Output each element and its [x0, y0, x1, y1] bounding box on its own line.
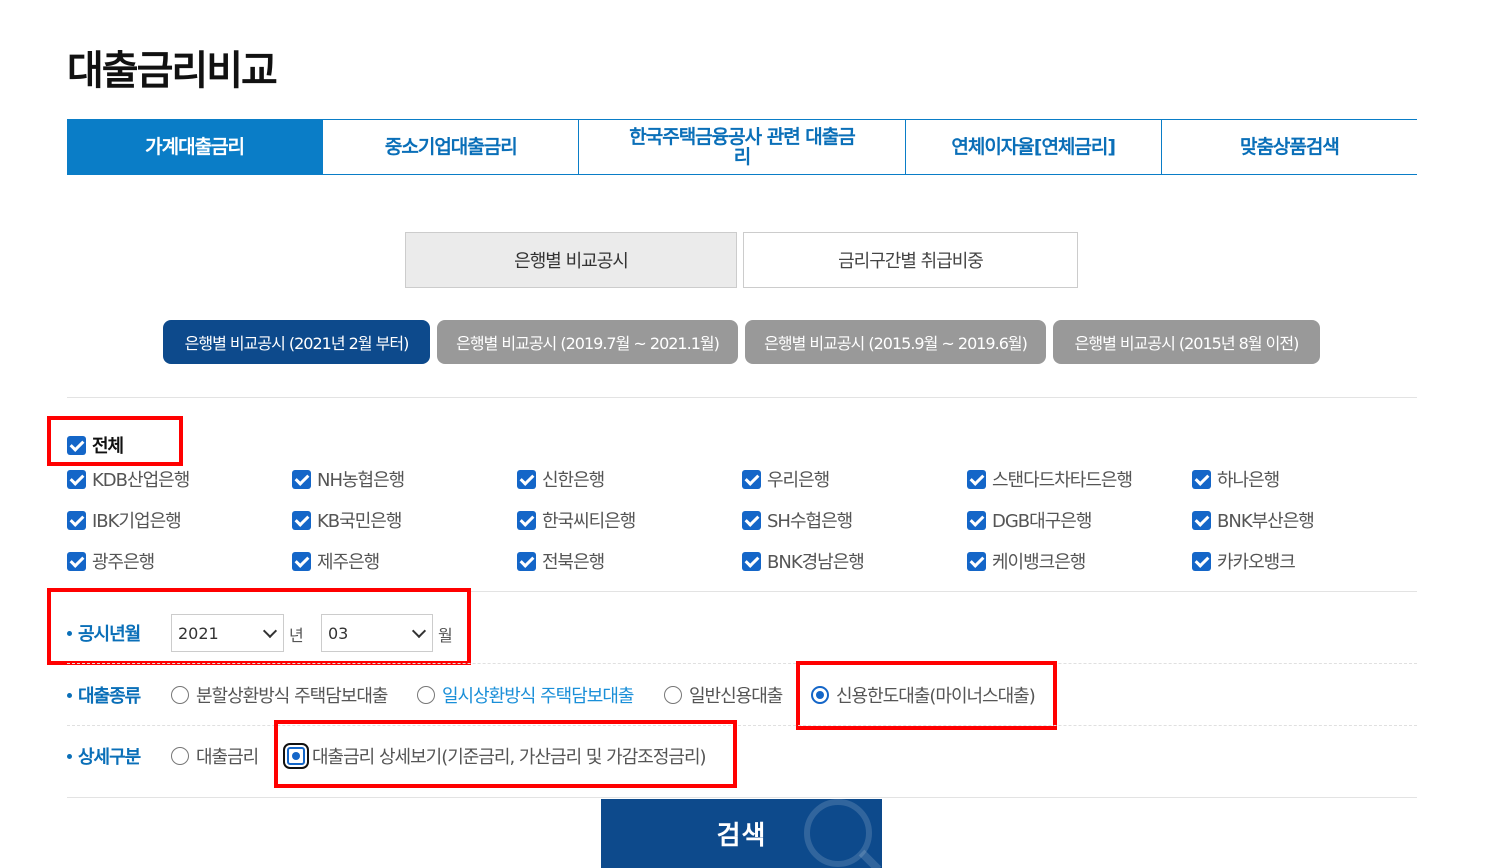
- bank-label: 광주은행: [92, 552, 155, 573]
- checkbox-bank[interactable]: NH농협은행: [292, 466, 517, 492]
- subtab-bank-compare[interactable]: 은행별 비교공시: [405, 232, 737, 288]
- checkbox-bank[interactable]: 스탠다드차타드은행: [967, 466, 1192, 492]
- period-button-2015[interactable]: 은행별 비교공시 (2015.9월 ~ 2019.6월): [745, 320, 1046, 364]
- checkbox-bank[interactable]: 카카오뱅크: [1192, 548, 1417, 574]
- checkbox-bank[interactable]: 신한은행: [517, 466, 742, 492]
- checkbox-bank[interactable]: DGB대구은행: [967, 507, 1192, 533]
- tab-overdue-rate[interactable]: 연체이자율[연체금리]: [906, 120, 1162, 174]
- bank-label: 전북은행: [542, 552, 605, 573]
- highlight-box-disclosure: [47, 588, 471, 665]
- radio-icon: [664, 686, 682, 704]
- bank-label: NH농협은행: [317, 470, 405, 491]
- bank-label: DGB대구은행: [992, 511, 1092, 532]
- highlight-box-loan-type: [796, 661, 1057, 730]
- bank-checkbox-grid: KDB산업은행 NH농협은행 신한은행 우리은행 스탠다드차타드은행 하나은행 …: [67, 466, 1417, 574]
- checkbox-checked-icon: [292, 551, 311, 571]
- divider: [67, 663, 1417, 664]
- magnifier-handle: [858, 849, 882, 868]
- checkbox-bank[interactable]: 제주은행: [292, 548, 517, 574]
- divider: [67, 397, 1417, 398]
- checkbox-bank[interactable]: 케이뱅크은행: [967, 548, 1192, 574]
- checkbox-checked-icon: [742, 551, 761, 571]
- radio-label: 일반신용대출: [689, 686, 783, 707]
- bank-label: KB국민은행: [317, 511, 402, 532]
- tab-custom-search[interactable]: 맞춤상품검색: [1162, 120, 1417, 174]
- checkbox-bank[interactable]: KB국민은행: [292, 507, 517, 533]
- bank-label: 제주은행: [317, 552, 380, 573]
- bank-label: 케이뱅크은행: [992, 552, 1086, 573]
- checkbox-bank[interactable]: 하나은행: [1192, 466, 1417, 492]
- checkbox-bank[interactable]: BNK부산은행: [1192, 507, 1417, 533]
- bank-label: 카카오뱅크: [1217, 552, 1296, 573]
- radio-installment-mortgage[interactable]: 분할상환방식 주택담보대출: [171, 682, 388, 708]
- radio-icon: [171, 686, 189, 704]
- search-button[interactable]: 검색: [601, 799, 882, 868]
- checkbox-checked-icon: [292, 510, 311, 530]
- checkbox-bank[interactable]: IBK기업은행: [67, 507, 292, 533]
- checkbox-checked-icon: [517, 551, 536, 571]
- bank-label: 하나은행: [1217, 470, 1280, 491]
- bank-label: BNK경남은행: [767, 552, 865, 573]
- bank-label: KDB산업은행: [92, 470, 190, 491]
- divider: [67, 725, 1417, 726]
- detail-type-label: 상세구분: [67, 743, 141, 769]
- checkbox-checked-icon: [1192, 469, 1211, 489]
- radio-label: 일시상환방식 주택담보대출: [442, 686, 634, 707]
- checkbox-bank[interactable]: 우리은행: [742, 466, 967, 492]
- checkbox-bank[interactable]: 한국씨티은행: [517, 507, 742, 533]
- checkbox-checked-icon: [517, 510, 536, 530]
- divider: [67, 797, 1417, 798]
- checkbox-bank[interactable]: 광주은행: [67, 548, 292, 574]
- bank-label: 우리은행: [767, 470, 830, 491]
- bank-label: 스탠다드차타드은행: [992, 470, 1133, 491]
- checkbox-checked-icon: [742, 510, 761, 530]
- radio-icon: [171, 747, 189, 765]
- period-button-before-2015[interactable]: 은행별 비교공시 (2015년 8월 이전): [1053, 320, 1320, 364]
- loan-type-label: 대출종류: [67, 682, 141, 708]
- checkbox-bank[interactable]: 전북은행: [517, 548, 742, 574]
- tab-hf-loan[interactable]: 한국주택금융공사 관련 대출금리: [579, 120, 906, 174]
- detail-type-label-text: 상세구분: [78, 747, 141, 768]
- radio-label: 대출금리: [196, 747, 259, 768]
- highlight-box-detail: [274, 720, 737, 788]
- checkbox-checked-icon: [1192, 551, 1211, 571]
- subtab-rate-range[interactable]: 금리구간별 취급비중: [743, 232, 1078, 288]
- checkbox-checked-icon: [292, 469, 311, 489]
- period-button-2021[interactable]: 은행별 비교공시 (2021년 2월 부터): [163, 320, 430, 364]
- bank-label: 신한은행: [542, 470, 605, 491]
- search-button-label: 검색: [716, 821, 767, 851]
- checkbox-bank[interactable]: SH수협은행: [742, 507, 967, 533]
- checkbox-checked-icon: [67, 469, 86, 489]
- tab-sme-loan[interactable]: 중소기업대출금리: [323, 120, 580, 174]
- period-button-2019[interactable]: 은행별 비교공시 (2019.7월 ~ 2021.1월): [437, 320, 738, 364]
- radio-label: 분할상환방식 주택담보대출: [196, 686, 388, 707]
- checkbox-checked-icon: [517, 469, 536, 489]
- checkbox-checked-icon: [967, 510, 986, 530]
- checkbox-checked-icon: [67, 510, 86, 530]
- checkbox-checked-icon: [1192, 510, 1211, 530]
- checkbox-checked-icon: [742, 469, 761, 489]
- bank-label: IBK기업은행: [92, 511, 182, 532]
- radio-icon: [417, 686, 435, 704]
- bullet-icon: [67, 753, 72, 759]
- checkbox-bank[interactable]: KDB산업은행: [67, 466, 292, 492]
- page-title: 대출금리비교: [67, 48, 278, 94]
- bank-label: 한국씨티은행: [542, 511, 636, 532]
- main-tabs: 가계대출금리 중소기업대출금리 한국주택금융공사 관련 대출금리 연체이자율[연…: [67, 119, 1417, 175]
- highlight-box-all: [47, 416, 183, 466]
- checkbox-bank[interactable]: BNK경남은행: [742, 548, 967, 574]
- tab-household-loan[interactable]: 가계대출금리: [67, 120, 324, 174]
- checkbox-checked-icon: [967, 469, 986, 489]
- radio-loan-rate[interactable]: 대출금리: [171, 743, 259, 769]
- radio-general-credit[interactable]: 일반신용대출: [664, 682, 783, 708]
- bank-label: SH수협은행: [767, 511, 853, 532]
- loan-type-label-text: 대출종류: [78, 686, 141, 707]
- checkbox-checked-icon: [967, 551, 986, 571]
- checkbox-checked-icon: [67, 551, 86, 571]
- radio-lump-sum-mortgage[interactable]: 일시상환방식 주택담보대출: [417, 682, 634, 708]
- bullet-icon: [67, 692, 72, 698]
- bank-label: BNK부산은행: [1217, 511, 1315, 532]
